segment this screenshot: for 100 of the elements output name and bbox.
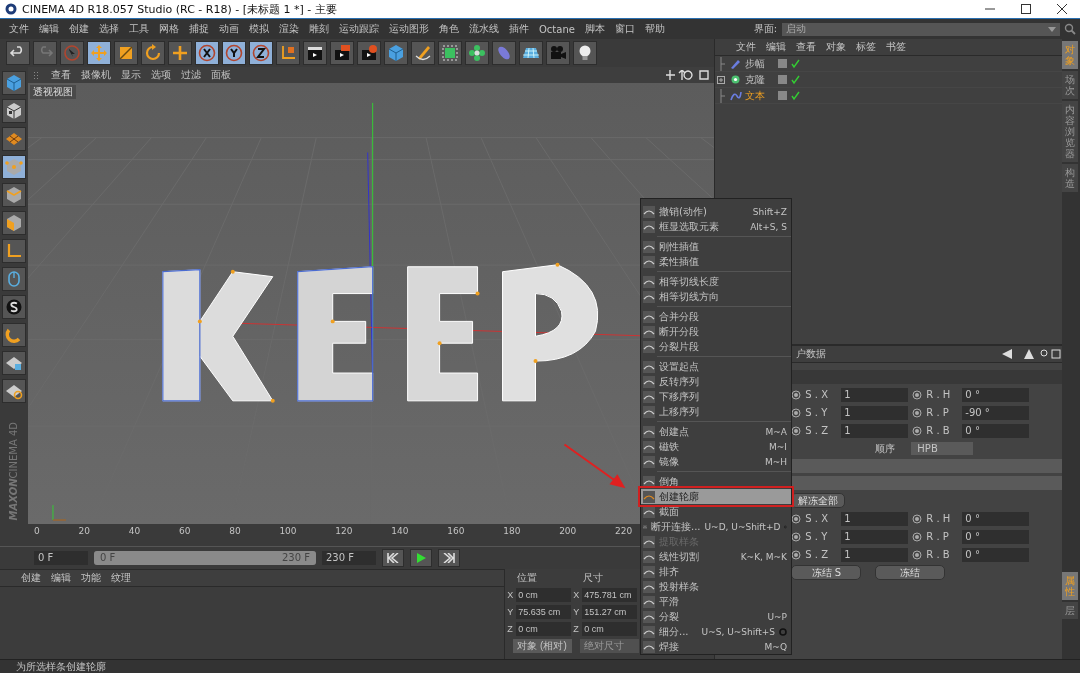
toolbar-button[interactable] [465, 41, 489, 65]
context-menu-item[interactable]: 镜像 M~H [641, 454, 791, 469]
context-menu-item[interactable]: 平滑 [641, 594, 791, 609]
number-field[interactable]: 0 ° [962, 387, 1030, 402]
tool-button[interactable] [2, 155, 26, 179]
number-field[interactable]: 0 ° [962, 423, 1030, 438]
context-menu-item[interactable]: 设置起点 [641, 359, 791, 374]
unfreeze-all-button[interactable]: 解冻全部 [791, 493, 846, 508]
visibility-check-icon[interactable] [778, 74, 801, 85]
tool-button[interactable] [2, 295, 26, 319]
search-icon[interactable] [1064, 23, 1076, 35]
position-field[interactable]: 0 cm [516, 622, 572, 636]
context-menu-item[interactable]: 刚性插值 [641, 239, 791, 254]
context-menu-item[interactable]: 相等切线长度 [641, 274, 791, 289]
go-to-start-button[interactable] [382, 549, 404, 567]
coordinate-mode-dropdown[interactable]: 对象 (相对) [513, 639, 573, 653]
radio-icon[interactable] [791, 531, 802, 542]
object-menu-item[interactable]: 查看 [791, 40, 822, 54]
tool-button[interactable] [2, 323, 26, 347]
menu-item[interactable]: 流水线 [464, 22, 504, 36]
context-menu-item[interactable]: 排齐 [641, 564, 791, 579]
size-field[interactable]: 151.27 cm [582, 605, 638, 619]
number-field[interactable]: 0 ° [962, 511, 1030, 526]
menu-item[interactable]: Octane [534, 23, 580, 35]
object-row[interactable]: 文本 [715, 88, 1062, 104]
menu-item[interactable]: 窗口 [609, 22, 640, 36]
side-tab[interactable]: 构造 [1062, 164, 1078, 192]
tool-button[interactable] [2, 239, 26, 263]
side-tab[interactable]: 内容浏览器 [1062, 101, 1078, 162]
context-menu-item[interactable]: 创建点 M~A [641, 424, 791, 439]
viewport-menu-item[interactable]: 选项 [146, 68, 176, 82]
material-menu-item[interactable]: 创建 [16, 571, 46, 585]
radio-icon[interactable] [791, 389, 802, 400]
menu-item[interactable]: 角色 [434, 22, 464, 36]
context-menu-item[interactable]: 上移序列 [641, 404, 791, 419]
tool-button[interactable] [2, 211, 26, 235]
toolbar-button[interactable] [519, 41, 543, 65]
material-menu-item[interactable]: 纹理 [106, 571, 136, 585]
tool-button[interactable] [2, 351, 26, 375]
menu-item[interactable]: 脚本 [579, 22, 610, 36]
toolbar-button[interactable] [276, 41, 300, 65]
menu-item[interactable]: 运动图形 [384, 22, 434, 36]
current-frame-field[interactable]: 0 F [34, 551, 88, 565]
toolbar-button[interactable] [303, 41, 327, 65]
number-field[interactable]: 0 ° [962, 529, 1030, 544]
number-field[interactable]: 0 ° [962, 547, 1030, 562]
navigation-arrows-icon[interactable] [1002, 349, 1062, 359]
context-menu-item[interactable]: 投射样条 [641, 579, 791, 594]
viewport-navigation-icons[interactable] [666, 70, 711, 80]
radio-icon[interactable] [912, 425, 923, 436]
size-field[interactable]: 475.781 cm [582, 588, 638, 602]
position-field[interactable]: 75.635 cm [516, 605, 572, 619]
go-to-end-button[interactable] [438, 549, 460, 567]
radio-icon[interactable] [791, 513, 802, 524]
toolbar-button[interactable] [114, 41, 138, 65]
tool-button[interactable] [2, 183, 26, 207]
viewport-menu-item[interactable]: 面板 [206, 68, 236, 82]
menu-item[interactable]: 模拟 [244, 22, 274, 36]
toolbar-button[interactable] [168, 41, 192, 65]
attribute-tab[interactable]: 户数据 [791, 347, 832, 361]
layout-dropdown[interactable]: 启动 [782, 22, 1060, 36]
viewport-menu-item[interactable]: 显示 [116, 68, 146, 82]
context-menu-item[interactable]: 相等切线方向 [641, 289, 791, 304]
radio-icon[interactable] [912, 389, 923, 400]
freeze-button[interactable]: 冻结 [875, 565, 946, 580]
end-frame-field[interactable]: 230 F [322, 551, 376, 565]
number-field[interactable]: 1 [841, 423, 909, 438]
object-menu-item[interactable]: 文件 [731, 40, 762, 54]
radio-icon[interactable] [912, 513, 923, 524]
toolbar-button[interactable] [411, 41, 435, 65]
menu-item[interactable]: 动画 [214, 22, 244, 36]
menu-item[interactable]: 运动跟踪 [334, 22, 384, 36]
viewport-menu-item[interactable]: 摄像机 [76, 68, 116, 82]
context-menu-item[interactable]: 分裂片段 [641, 339, 791, 354]
viewport-menu-item[interactable]: 查看 [46, 68, 76, 82]
play-button[interactable] [410, 549, 432, 567]
menu-item[interactable]: 帮助 [639, 22, 670, 36]
context-menu-item[interactable]: 框显选取元素 Alt+S, S [641, 219, 791, 234]
material-menu-item[interactable]: 功能 [76, 571, 106, 585]
radio-icon[interactable] [912, 407, 923, 418]
toolbar-button[interactable] [438, 41, 462, 65]
toolbar-button[interactable] [87, 41, 111, 65]
side-tab[interactable]: 场次 [1062, 71, 1078, 99]
menu-item[interactable]: 工具 [124, 22, 154, 36]
number-field[interactable]: 1 [841, 405, 909, 420]
context-menu-item[interactable]: 线性切割 K~K, M~K [641, 549, 791, 564]
context-menu-item[interactable]: 焊接 M~Q [641, 639, 791, 654]
visibility-check-icon[interactable] [778, 90, 801, 101]
number-field[interactable]: 1 [841, 387, 909, 402]
radio-icon[interactable] [791, 549, 802, 560]
freeze-button[interactable]: 冻结 S [791, 565, 862, 580]
context-menu-item[interactable]: 细分... U~S, U~Shift+S [641, 624, 791, 639]
context-menu-item[interactable]: 柔性插值 [641, 254, 791, 269]
material-menu-item[interactable]: 编辑 [46, 571, 76, 585]
toolbar-button[interactable] [195, 41, 219, 65]
tool-button[interactable] [2, 379, 26, 403]
toolbar-button[interactable] [6, 41, 30, 65]
radio-icon[interactable] [912, 549, 923, 560]
visibility-check-icon[interactable] [778, 58, 801, 69]
number-field[interactable]: 1 [841, 529, 909, 544]
